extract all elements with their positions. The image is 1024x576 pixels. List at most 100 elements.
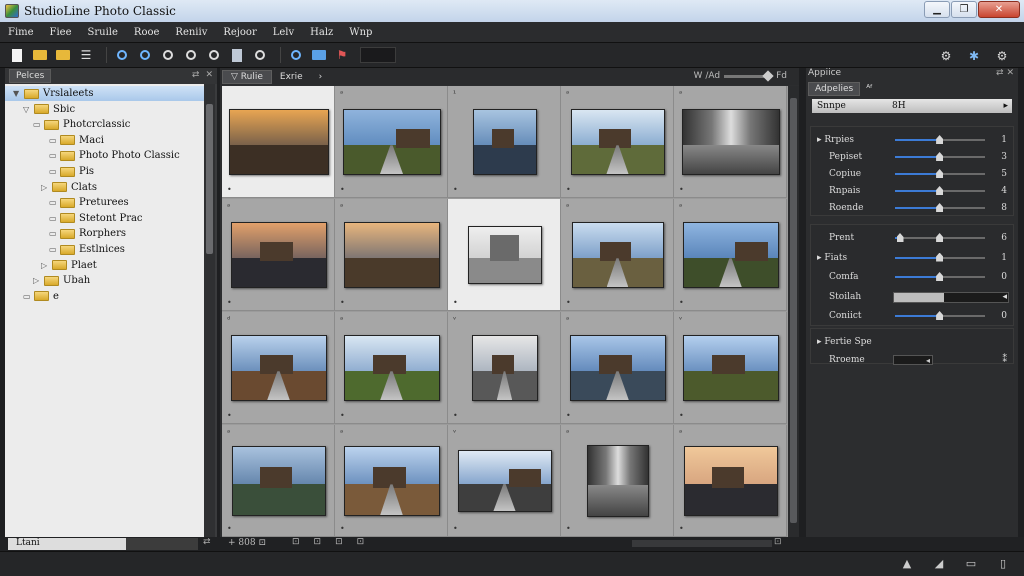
thumbnail-cell[interactable]: ᵃ • [561,425,674,537]
expand-icon[interactable]: ▷ [41,183,50,192]
status-icon[interactable]: ⊡ [292,537,300,547]
thumbnail-cell[interactable]: ᵃ • [222,199,335,311]
expand-icon[interactable]: ▭ [49,214,58,223]
status-icon[interactable]: ⊡ [357,537,365,547]
thumbnail-cell[interactable]: ᵃ • [561,199,674,311]
slider-knob[interactable] [896,233,904,242]
menu-item[interactable]: Rejoor [215,27,264,38]
thumbnail-cell[interactable]: ᵃ • [335,86,448,198]
dock-icon[interactable]: ⇄ [192,70,200,80]
open-folder-icon[interactable] [31,46,49,64]
tree-item[interactable]: ▭ Maci [49,133,104,148]
thumbnail-cell[interactable]: ᵃ • [674,425,787,537]
photo-thumbnail[interactable] [571,222,664,288]
expand-icon[interactable]: ▭ [49,198,58,207]
thumbnail-cell[interactable]: ᵃ • [222,425,335,537]
thumbnail-cell[interactable]: ᵃ • [674,86,787,198]
thumbnail-cell[interactable]: ᵃ • [561,86,674,198]
photo-thumbnail[interactable] [230,335,327,401]
photo-thumbnail[interactable] [683,446,778,516]
tree-item[interactable]: ▷ Plaet [41,258,97,273]
adjust-slider[interactable] [895,135,985,144]
folder-icon[interactable] [54,46,72,64]
menu-item[interactable]: Reniiv [167,27,215,38]
menu-item[interactable]: Lelv [265,27,302,38]
thumbnail-cell[interactable]: ᵃ • [335,312,448,424]
thumbnail-cell[interactable]: ᵃ • [561,312,674,424]
tab-next-arrow[interactable]: › [311,71,331,83]
slider-knob[interactable] [936,252,944,262]
scroll-thumb[interactable] [206,104,213,254]
status-left-field[interactable]: Ltani [8,538,126,550]
status-left-track[interactable] [126,538,198,550]
toolbar-field[interactable] [360,47,396,63]
tab-adjustments[interactable]: Adpelies [808,82,861,96]
tab-picture[interactable]: ▽ Rulie [222,69,272,84]
zoom-out-icon[interactable] [182,46,200,64]
photo-thumbnail[interactable] [343,335,440,401]
tree-item[interactable]: ▭ Rorphers [49,226,126,241]
menu-item[interactable]: Halz [302,27,341,38]
photo-thumbnail[interactable] [228,109,329,175]
expand-icon[interactable]: ▷ [41,261,50,270]
expand-icon[interactable]: ▭ [49,245,58,254]
trash-icon[interactable]: ▯ [996,557,1010,570]
tree-item[interactable]: ▼ Vrslaleets [5,86,204,101]
zoom-in-icon[interactable] [159,46,177,64]
adjust-slider[interactable] [895,186,985,195]
tree-item[interactable]: ▭ Estlnices [49,242,125,257]
minimize-button[interactable]: ▁ [924,1,950,18]
adjust-slider[interactable] [895,252,985,262]
tab-af[interactable]: ᴬᶠ [860,83,879,95]
expand-icon[interactable]: ▽ [23,105,32,114]
adjust-slider[interactable] [895,272,985,281]
photo-thumbnail[interactable] [682,222,779,288]
expand-icon[interactable]: ▭ [49,167,58,176]
tab-edit[interactable]: Exrie [272,71,311,83]
photo-thumbnail[interactable] [343,446,440,516]
photo-thumbnail[interactable] [343,222,440,288]
menu-item[interactable]: Wnp [341,27,380,38]
search-blue-icon[interactable] [136,46,154,64]
close-button[interactable]: ✕ [978,1,1020,18]
photo-thumbnail[interactable] [230,222,327,288]
thumbnail-cell[interactable]: • [448,199,561,311]
panel-controls[interactable]: ⇄ ✕ [996,68,1014,78]
tree-item[interactable]: ▭ Pis [49,164,94,179]
horizontal-scrollbar[interactable] [632,540,772,547]
tree-item[interactable]: ▽ Sbic [23,102,75,117]
status-swap-icon[interactable]: ⇄ [203,537,211,547]
thumbnail-cell[interactable]: ᵛ • [674,312,787,424]
photo-thumbnail[interactable] [231,446,326,516]
expand-icon[interactable]: ▼ [13,89,22,98]
scroll-thumb[interactable] [790,98,797,523]
slider-knob[interactable] [936,169,944,178]
image-icon[interactable] [228,46,246,64]
tree-item[interactable]: ▭ e [23,289,59,304]
slider-knob[interactable] [936,152,944,161]
photo-thumbnail[interactable] [570,109,665,175]
search-icon[interactable] [205,46,223,64]
slider-knob[interactable] [936,186,944,195]
photo-thumbnail[interactable] [342,109,441,175]
photo-thumbnail[interactable] [569,335,666,401]
edit-icon[interactable]: ◢ [932,557,946,570]
flag-icon[interactable]: ⚑ [333,46,351,64]
gear-icon[interactable]: ⚙ [993,47,1011,65]
tree-item[interactable]: ▷ Clats [41,180,97,195]
search-blue-icon[interactable] [113,46,131,64]
adjust-bar[interactable] [893,291,1009,303]
menu-item[interactable]: Sruile [80,27,126,38]
thumbnail-cell[interactable]: ¹ • [448,86,561,198]
upload-icon[interactable]: ▲ [900,557,914,570]
menu-item[interactable]: Fime [0,27,42,38]
expand-icon[interactable]: ▭ [49,136,58,145]
status-right-icon[interactable]: ⊡ [774,537,782,547]
photo-thumbnail[interactable] [586,445,649,517]
slider-knob[interactable] [936,135,944,144]
slider-knob[interactable] [936,311,944,320]
tree-item[interactable]: ▭ Preturees [49,195,129,210]
preset-select[interactable]: Snnpe 8H ▸ [812,99,1012,113]
photo-thumbnail[interactable] [682,335,779,401]
photo-thumbnail[interactable] [457,450,552,512]
